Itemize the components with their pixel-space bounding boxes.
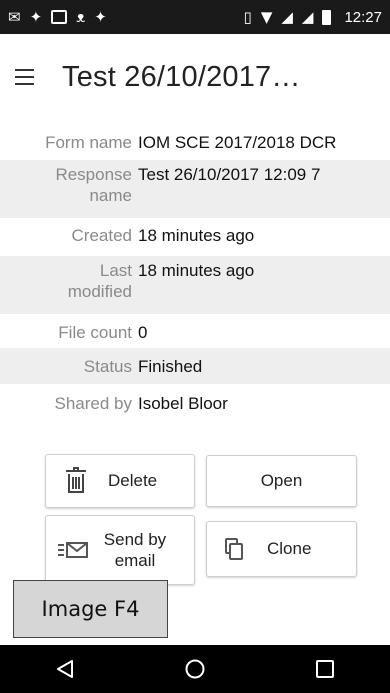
screen: ✉ ✦ ᴥ ✦ ▯ ▼ ◢ ◢ 12:27 Test 26/10/2017… F… [0, 0, 390, 693]
back-icon[interactable] [35, 649, 95, 689]
clone-button[interactable]: Clone [206, 521, 357, 577]
detail-row-response-name: Response name Test 26/10/2017 12:09 7 [0, 160, 390, 218]
image-icon [51, 10, 68, 24]
detail-label-line: Last [99, 261, 132, 280]
system-nav-bar [0, 645, 390, 693]
open-button-label: Open [260, 471, 303, 490]
app-bar: Test 26/10/2017… [0, 34, 390, 120]
send-by-email-label-line: email [114, 551, 156, 570]
delete-button-label: Delete [108, 471, 158, 490]
twitter-icon: ✦ [94, 7, 107, 26]
detail-label: Last modified [0, 260, 138, 310]
open-button[interactable]: Open [206, 455, 357, 507]
detail-value: Finished [138, 357, 203, 376]
detail-label-line: modified [67, 282, 132, 301]
detail-label: Shared by [54, 394, 133, 413]
detail-row-file-count: File count 0 [0, 314, 390, 348]
clone-icon [225, 538, 243, 560]
menu-icon[interactable] [2, 55, 46, 99]
detail-value: 18 minutes ago [138, 226, 255, 245]
detail-label: Form name [45, 133, 132, 152]
vibrate-icon: ▯ [243, 7, 252, 26]
notification-icons: ✉ ✦ ᴥ ✦ [8, 7, 107, 26]
response-details: Form name IOM SCE 2017/2018 DCR Response… [0, 128, 390, 422]
home-icon[interactable] [165, 649, 225, 689]
detail-label-line: Response [55, 165, 132, 184]
detail-row-last-modified: Last modified 18 minutes ago [0, 256, 390, 314]
detail-value: Test 26/10/2017 12:09 7 [138, 165, 321, 184]
gmail-icon: ✉ [8, 7, 21, 26]
detail-row-created: Created 18 minutes ago [0, 218, 390, 252]
status-bar: ✉ ✦ ᴥ ✦ ▯ ▼ ◢ ◢ 12:27 [0, 0, 390, 34]
system-icons: ▯ ▼ ◢ ◢ 12:27 [244, 9, 382, 26]
send-by-email-label-line: Send by [103, 530, 167, 549]
twitter-icon: ✦ [29, 7, 43, 26]
clock: 12:27 [344, 8, 382, 26]
send-by-email-label: Send by email [102, 529, 168, 571]
detail-label: File count [58, 323, 132, 342]
detail-value: 18 minutes ago [138, 261, 255, 280]
detail-value: Isobel Bloor [138, 394, 228, 413]
detail-row-shared-by: Shared by Isobel Bloor [0, 384, 390, 422]
detail-value: IOM SCE 2017/2018 DCR [138, 133, 337, 152]
signal-icon: ◢ [281, 7, 293, 26]
detail-label: Status [83, 357, 132, 376]
detail-row-status: Status Finished [0, 348, 390, 384]
signal-icon: ◢ [301, 7, 314, 26]
wifi-icon: ▼ [260, 7, 273, 26]
image-caption: Image F4 [13, 580, 168, 638]
cat-icon: ᴥ [76, 7, 86, 26]
trash-icon [66, 467, 86, 493]
detail-label: Created [71, 226, 132, 245]
detail-row-form-name: Form name IOM SCE 2017/2018 DCR [0, 128, 390, 158]
clone-button-label: Clone [267, 539, 312, 558]
send-email-icon [58, 541, 88, 559]
battery-icon [322, 9, 332, 25]
page-title: Test 26/10/2017… [62, 60, 301, 93]
detail-label: Response name [0, 164, 138, 214]
recent-apps-icon[interactable] [295, 649, 355, 689]
detail-label-line: name [89, 186, 132, 205]
detail-value: 0 [138, 323, 148, 342]
delete-button[interactable]: Delete [45, 454, 195, 508]
send-by-email-button[interactable]: Send by email [45, 515, 195, 585]
